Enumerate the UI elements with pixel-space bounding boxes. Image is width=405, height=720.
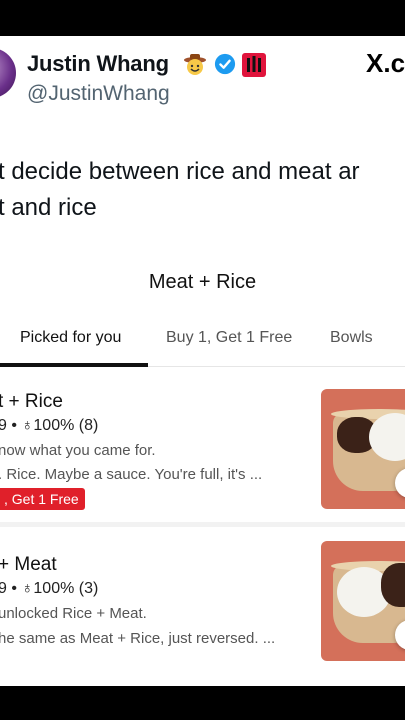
tweet-text-line: t and rice — [0, 194, 97, 221]
meat-shape — [381, 563, 405, 607]
item-divider — [0, 522, 405, 527]
screenshot-frame: Justin Whang @JustinWhang X.c t decide b… — [0, 36, 405, 686]
x-logo-icon: X.c — [366, 48, 405, 78]
verified-badge-icon — [214, 53, 236, 75]
item-description: unlocked Rice + Meat. — [0, 605, 147, 622]
affiliate-badge-icon — [242, 53, 266, 77]
item-rating: 9 • ♁100% (8) — [0, 417, 99, 434]
item-description: he same as Meat + Rice, just reversed. .… — [0, 630, 276, 647]
active-tab-indicator — [0, 363, 148, 367]
cowboy-emoji-icon — [184, 54, 206, 75]
bottom-bar — [0, 686, 405, 720]
tweet-text: t decide between rice and meat ar t and … — [0, 154, 360, 226]
item-photo — [321, 389, 405, 509]
tab-picked-for-you[interactable]: Picked for you — [20, 329, 121, 347]
avatar[interactable] — [0, 48, 16, 98]
item-description: . Rice. Maybe a sauce. You're full, it's… — [0, 466, 263, 483]
tweet-text-line: t decide between rice and meat ar — [0, 158, 360, 185]
promo-badge: , Get 1 Free — [0, 488, 85, 510]
item-rating: 9 • ♁100% (3) — [0, 580, 99, 597]
item-title: t + Rice — [0, 391, 63, 412]
item-photo — [321, 541, 405, 661]
item-title: + Meat — [0, 554, 57, 575]
store-title: Meat + Rice — [148, 271, 257, 293]
tab-bowls[interactable]: Bowls — [330, 329, 373, 347]
user-handle[interactable]: @JustinWhang — [27, 82, 170, 106]
display-name[interactable]: Justin Whang — [27, 51, 169, 77]
item-description: now what you came for. — [0, 442, 156, 459]
tab-buy-1-get-1-free[interactable]: Buy 1, Get 1 Free — [166, 329, 292, 347]
